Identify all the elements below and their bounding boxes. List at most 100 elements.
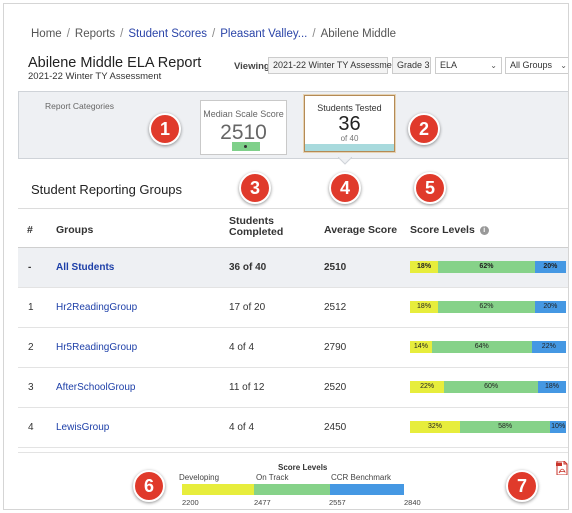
subject-select[interactable]: ELA ⌄	[435, 57, 502, 74]
score-levels-bar[interactable]: 14% 64% 22%	[410, 341, 566, 353]
tested-card-value: 36	[338, 113, 361, 135]
breadcrumb-separator: /	[212, 28, 216, 40]
report-frame: Home / Reports / Student Scores / Pleasant Val…	[3, 3, 569, 510]
score-segment-developing: 22%	[410, 381, 445, 393]
tested-card-sub: of 40	[340, 134, 359, 143]
pdf-icon[interactable]	[556, 461, 568, 475]
col-students-completed[interactable]: Students Completed	[229, 216, 283, 238]
tested-card-bar	[305, 144, 394, 151]
assessment-chip[interactable]: 2021-22 Winter TY Assessment	[268, 57, 399, 74]
average-score: 2512	[324, 302, 347, 313]
average-score: 2790	[324, 342, 347, 353]
table-row-all-students[interactable]: - All Students 36 of 40 2510 18% 62% 20%	[18, 248, 568, 288]
group-link[interactable]: Hr5ReadingGroup	[56, 342, 137, 353]
callout-badge-2: 2	[408, 113, 440, 145]
legend-bar-developing	[182, 484, 254, 495]
selected-card-caret	[338, 157, 352, 165]
score-segment-on-track: 58%	[459, 421, 551, 433]
col-average-score[interactable]: Average Score	[324, 225, 397, 236]
callout-badge-5: 5	[414, 172, 446, 204]
group-link[interactable]: Hr2ReadingGroup	[56, 302, 137, 313]
average-score: 2450	[324, 422, 347, 433]
score-segment-on-track: 62%	[438, 301, 535, 313]
row-number: 3	[28, 382, 34, 393]
score-segment-ccr: 10%	[550, 421, 566, 433]
score-segment-developing: 18%	[410, 301, 439, 313]
legend-cut-2200: 2200	[182, 498, 199, 507]
col-score-levels-label: Score Levels	[410, 224, 475, 236]
callout-badge-1: 1	[149, 113, 181, 145]
group-select-value: All Groups	[510, 60, 553, 70]
row-number: 4	[28, 422, 34, 433]
breadcrumb-reports[interactable]: Reports	[75, 28, 115, 40]
median-scale-score-card[interactable]: Median Scale Score 2510	[200, 100, 287, 155]
table-row[interactable]: 3 AfterSchoolGroup 11 of 12 2520 22% 60% 18%	[18, 368, 568, 408]
score-segment-ccr: 20%	[534, 301, 566, 313]
score-segment-developing: 14%	[410, 341, 432, 353]
score-levels-bar[interactable]: 32% 58% 10%	[410, 421, 566, 433]
callout-badge-7: 7	[506, 470, 538, 502]
breadcrumb-home[interactable]: Home	[31, 28, 62, 40]
breadcrumb-separator: /	[312, 28, 316, 40]
col-number: #	[27, 224, 33, 236]
average-score: 2510	[324, 262, 347, 273]
students-completed: 4 of 4	[229, 342, 255, 353]
row-number: -	[28, 262, 32, 273]
score-levels-bar[interactable]: 18% 62% 20%	[410, 301, 566, 313]
grade-chip[interactable]: Grade 3	[392, 57, 431, 74]
score-segment-ccr: 22%	[531, 341, 566, 353]
group-link[interactable]: All Students	[56, 262, 114, 273]
table-row[interactable]: 4 LewisGroup 4 of 4 2450 32% 58% 10%	[18, 408, 568, 448]
col-groups[interactable]: Groups	[56, 225, 93, 236]
average-score: 2520	[324, 382, 347, 393]
legend-bar-on-track	[254, 484, 330, 495]
callout-badge-3: 3	[239, 172, 271, 204]
legend-cut-2840: 2840	[404, 498, 421, 507]
group-link[interactable]: AfterSchoolGroup	[56, 382, 136, 393]
score-segment-on-track: 62%	[438, 261, 535, 273]
row-number: 2	[28, 342, 34, 353]
breadcrumb: Home / Reports / Student Scores / Pleasant Val…	[31, 28, 396, 40]
chevron-down-icon: ⌄	[560, 61, 567, 70]
score-segment-ccr: 18%	[537, 381, 566, 393]
score-levels-bar[interactable]: 22% 60% 18%	[410, 381, 566, 393]
breadcrumb-student-scores[interactable]: Student Scores	[128, 28, 207, 40]
legend-bar-ccr	[330, 484, 404, 495]
median-marker	[244, 145, 247, 148]
page-title: Abilene Middle ELA Report	[28, 55, 202, 71]
legend-label-ccr: CCR Benchmark	[331, 473, 392, 482]
page-subtitle: 2021-22 Winter TY Assessment	[28, 71, 162, 82]
students-completed: 36 of 40	[229, 262, 267, 273]
table-row[interactable]: 1 Hr2ReadingGroup 17 of 20 2512 18% 62% 20%	[18, 288, 568, 328]
section-title: Student Reporting Groups	[31, 182, 183, 197]
legend-cut-2557: 2557	[329, 498, 346, 507]
table-header: # Groups Students Completed Average Scor…	[18, 208, 568, 248]
legend-title: Score Levels	[278, 463, 328, 472]
breadcrumb-school: Abilene Middle	[320, 28, 397, 40]
breadcrumb-district[interactable]: Pleasant Valley...	[220, 28, 307, 40]
group-link[interactable]: LewisGroup	[56, 422, 109, 433]
group-select[interactable]: All Groups ⌄	[505, 57, 568, 74]
report-categories-label: Report Categories	[45, 101, 114, 111]
chevron-down-icon: ⌄	[490, 61, 497, 70]
legend-label-on-track: On Track	[256, 473, 289, 482]
legend-cut-2477: 2477	[254, 498, 271, 507]
table-row[interactable]: 2 Hr5ReadingGroup 4 of 4 2790 14% 64% 22%	[18, 328, 568, 368]
score-segment-on-track: 64%	[431, 341, 532, 353]
row-number: 1	[28, 302, 34, 313]
score-levels-bar[interactable]: 18% 62% 20%	[410, 261, 566, 273]
callout-badge-4: 4	[329, 172, 361, 204]
tested-card-label: Students Tested	[317, 103, 382, 113]
median-card-bar	[232, 142, 260, 151]
info-icon[interactable]: i	[479, 226, 489, 235]
callout-badge-6: 6	[133, 470, 165, 502]
score-segment-on-track: 60%	[444, 381, 538, 393]
breadcrumb-separator: /	[120, 28, 124, 40]
legend-label-developing: Developing	[179, 473, 220, 482]
score-levels-legend: Score Levels Developing On Track CCR Ben…	[18, 452, 568, 509]
students-completed: 17 of 20	[229, 302, 266, 313]
subject-select-value: ELA	[440, 60, 458, 70]
col-score-levels[interactable]: Score Levels i	[410, 225, 489, 236]
score-segment-developing: 32%	[410, 421, 460, 433]
students-tested-card[interactable]: Students Tested 36 of 40	[304, 95, 395, 152]
